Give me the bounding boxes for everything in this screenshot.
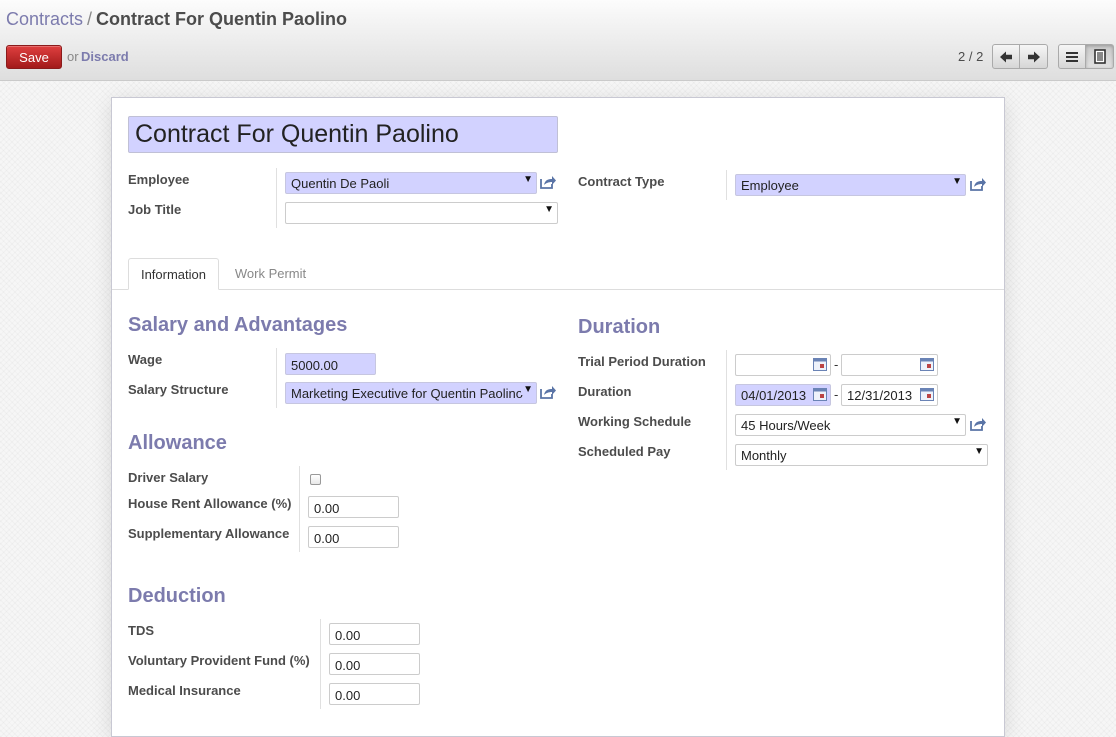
field-separator [276, 168, 277, 228]
breadcrumb-separator: / [87, 9, 93, 29]
end-date-value: 12/31/2013 [847, 388, 913, 403]
or-text: or [67, 49, 79, 64]
employee-value: Quentin De Paoli [291, 176, 390, 191]
contract-type-select[interactable]: Employee ▼ [735, 174, 966, 196]
salary-structure-label: Salary Structure [128, 382, 229, 397]
calendar-icon[interactable] [920, 388, 934, 401]
tds-input[interactable] [329, 623, 420, 645]
supplementary-allowance-label: Supplementary Allowance [128, 526, 290, 541]
start-date-input[interactable]: 04/01/2013 [735, 384, 831, 406]
working-schedule-label: Working Schedule [578, 414, 692, 429]
caret-down-icon: ▼ [521, 384, 533, 395]
tab-work-permit[interactable]: Work Permit [223, 258, 318, 290]
working-schedule-select[interactable]: 45 Hours/Week ▼ [735, 414, 966, 436]
deduction-section-title: Deduction [128, 585, 226, 607]
field-separator [299, 466, 300, 552]
breadcrumb-current: Contract For Quentin Paolino [96, 9, 348, 29]
scheduled-pay-select[interactable]: Monthly ▼ [735, 444, 988, 466]
list-view-button[interactable] [1058, 44, 1086, 69]
house-rent-allowance-label: House Rent Allowance (%) [128, 496, 292, 511]
caret-down-icon: ▼ [974, 446, 984, 457]
end-date-input[interactable]: 12/31/2013 [841, 384, 938, 406]
external-link-icon[interactable] [969, 417, 986, 432]
pager-buttons [992, 44, 1048, 69]
caret-down-icon: ▼ [544, 204, 554, 215]
form-sheet: Employee Job Title Quentin De Paoli ▼ ▼ … [111, 97, 1005, 737]
contract-name-input[interactable] [128, 116, 558, 153]
calendar-icon[interactable] [813, 388, 827, 401]
caret-down-icon: ▼ [523, 174, 533, 185]
duration-label: Duration [578, 384, 632, 399]
duration-section-title: Duration [578, 316, 661, 338]
trial-period-label: Trial Period Duration [578, 354, 706, 369]
wage-input[interactable] [285, 353, 376, 375]
breadcrumb: Contracts / Contract For Quentin Paolino [6, 9, 347, 30]
job-title-select[interactable]: ▼ [285, 202, 558, 224]
pager-value[interactable]: 2 / 2 [958, 49, 983, 64]
field-separator [726, 350, 727, 470]
trial-start-date-input[interactable] [735, 354, 831, 376]
employee-label: Employee [128, 172, 190, 187]
pager-next-button[interactable] [1020, 44, 1048, 69]
supplementary-allowance-input[interactable] [308, 526, 399, 548]
medical-insurance-input[interactable] [329, 683, 420, 705]
save-button[interactable]: Save [6, 45, 62, 69]
salary-structure-value: Marketing Executive for Quentin Paolino [291, 386, 523, 401]
tds-label: TDS [128, 623, 154, 638]
employee-select[interactable]: Quentin De Paoli ▼ [285, 172, 537, 194]
form-view-button[interactable] [1086, 44, 1114, 69]
discard-link[interactable]: Discard [81, 49, 129, 64]
driver-salary-checkbox[interactable] [310, 474, 321, 485]
medical-insurance-label: Medical Insurance [128, 683, 241, 698]
range-separator: - [834, 387, 839, 402]
scheduled-pay-label: Scheduled Pay [578, 444, 671, 459]
contract-type-value: Employee [741, 178, 799, 193]
working-schedule-value: 45 Hours/Week [741, 418, 831, 433]
voluntary-provident-fund-input[interactable] [329, 653, 420, 675]
field-separator [320, 619, 321, 709]
calendar-icon[interactable] [920, 358, 934, 371]
tab-information[interactable]: Information [128, 258, 219, 290]
list-icon [1066, 51, 1078, 62]
view-switcher [1058, 44, 1114, 69]
pager-previous-button[interactable] [992, 44, 1020, 69]
field-separator [726, 170, 727, 200]
start-date-value: 04/01/2013 [741, 388, 807, 403]
range-separator: - [834, 357, 839, 372]
scheduled-pay-value: Monthly [741, 448, 787, 463]
wage-label: Wage [128, 352, 163, 367]
voluntary-provident-fund-label: Voluntary Provident Fund (%) [128, 653, 310, 668]
caret-down-icon: ▼ [952, 176, 962, 187]
field-separator [276, 348, 277, 408]
external-link-icon[interactable] [539, 175, 556, 190]
salary-structure-select[interactable]: Marketing Executive for Quentin Paolino … [285, 382, 537, 404]
external-link-icon[interactable] [539, 385, 556, 400]
allowance-section-title: Allowance [128, 432, 227, 454]
contract-type-label: Contract Type [578, 174, 665, 189]
form-icon [1093, 49, 1106, 64]
arrow-right-icon [1027, 51, 1040, 62]
trial-end-date-input[interactable] [841, 354, 938, 376]
control-panel: Contracts / Contract For Quentin Paolino S… [0, 0, 1116, 81]
house-rent-allowance-input[interactable] [308, 496, 399, 518]
caret-down-icon: ▼ [952, 416, 962, 427]
salary-section-title: Salary and Advantages [128, 314, 348, 336]
external-link-icon[interactable] [969, 177, 986, 192]
breadcrumb-contracts-link[interactable]: Contracts [6, 9, 83, 29]
arrow-left-icon [1000, 51, 1012, 62]
driver-salary-label: Driver Salary [128, 470, 209, 485]
calendar-icon[interactable] [813, 358, 827, 371]
job-title-label: Job Title [128, 202, 182, 217]
